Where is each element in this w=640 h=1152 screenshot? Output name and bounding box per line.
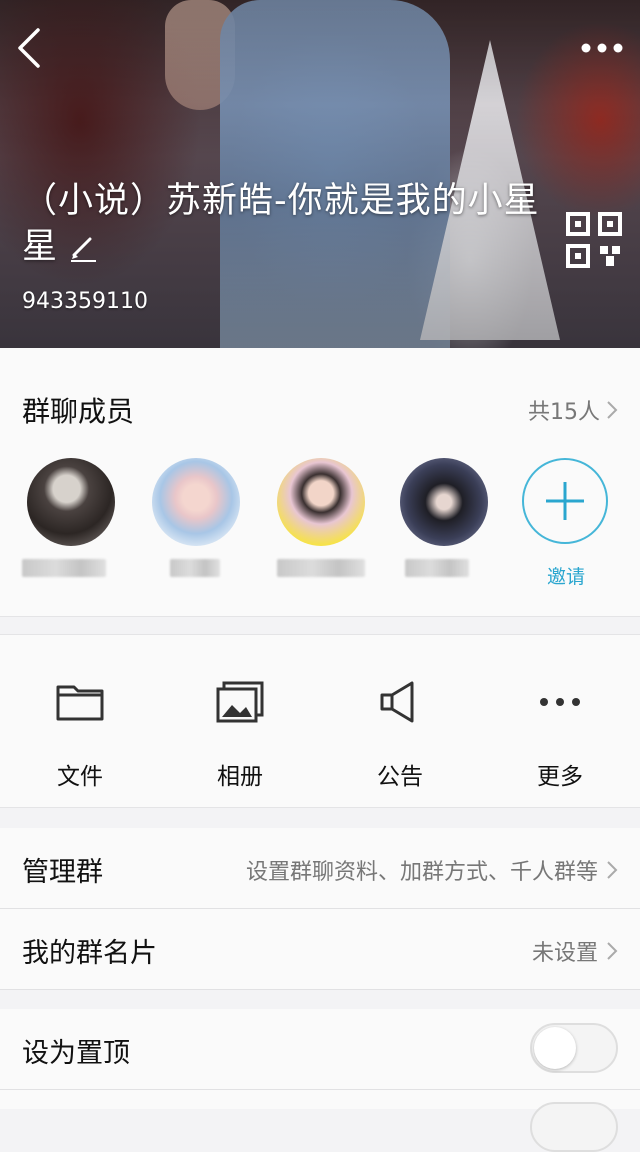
manage-group-summary: 设置群聊资料、加群方式、千人群等 (245, 860, 598, 885)
member-avatar[interactable] (27, 458, 115, 546)
member-name-redacted (277, 559, 365, 577)
next-toggle[interactable] (530, 1102, 618, 1152)
chevron-right-icon (607, 401, 618, 419)
announcement-label: 公告 (377, 764, 423, 790)
more-dots-icon (540, 698, 580, 706)
pin-top-toggle[interactable] (530, 1023, 618, 1073)
megaphone-icon (380, 681, 414, 723)
back-button[interactable] (12, 26, 52, 70)
qr-code-icon (566, 212, 622, 268)
toggle-knob (534, 1027, 576, 1069)
more-options-button[interactable] (578, 30, 626, 66)
my-group-card-value: 未设置 (531, 941, 598, 966)
more-functions-button[interactable]: 更多 (480, 635, 640, 807)
invite-label[interactable]: 邀请 (526, 562, 606, 589)
members-count-text: 共15人 (528, 400, 600, 425)
members-section: 群聊成员 共15人 邀请 (0, 348, 640, 617)
album-label: 相册 (217, 764, 263, 790)
my-group-card-label: 我的群名片 (22, 938, 157, 969)
announcement-button[interactable]: 公告 (320, 635, 480, 807)
member-avatar[interactable] (152, 458, 240, 546)
qr-code-button[interactable] (566, 212, 622, 268)
pin-top-label: 设为置顶 (22, 1038, 130, 1069)
files-label: 文件 (57, 764, 103, 790)
invite-button[interactable] (522, 458, 608, 544)
folder-icon (56, 685, 104, 721)
member-avatar[interactable] (277, 458, 365, 546)
member-avatar[interactable] (400, 458, 488, 546)
manage-group-row[interactable]: 管理群 设置群聊资料、加群方式、千人群等 (0, 828, 640, 908)
group-name-text: （小说）苏新皓-你就是我的小星星 (22, 181, 540, 267)
photo-album-icon (216, 681, 264, 723)
member-name-redacted (22, 559, 106, 577)
group-functions: 文件 相册 公告 更多 (0, 634, 640, 808)
row-divider (0, 989, 640, 990)
my-group-card-row[interactable]: 我的群名片 未设置 (0, 909, 640, 989)
group-header: （小说）苏新皓-你就是我的小星星 943359110 (0, 0, 640, 348)
files-button[interactable]: 文件 (0, 635, 160, 807)
member-name-redacted (405, 559, 469, 577)
plus-icon (546, 482, 584, 520)
group-number: 943359110 (22, 289, 148, 314)
members-title: 群聊成员 (22, 395, 135, 428)
member-name-redacted (170, 559, 220, 577)
next-setting-row (0, 1090, 640, 1152)
pin-top-row: 设为置顶 (0, 1009, 640, 1089)
edit-pencil-icon[interactable] (68, 233, 98, 263)
members-count-link[interactable]: 共15人 (528, 394, 618, 426)
group-name[interactable]: （小说）苏新皓-你就是我的小星星 (22, 178, 542, 270)
album-button[interactable]: 相册 (160, 635, 320, 807)
more-functions-label: 更多 (537, 764, 583, 790)
more-dots-icon (581, 43, 623, 53)
chevron-right-icon (607, 942, 618, 960)
chevron-left-icon (18, 28, 40, 68)
chevron-right-icon (607, 861, 618, 879)
manage-group-label: 管理群 (22, 857, 103, 888)
